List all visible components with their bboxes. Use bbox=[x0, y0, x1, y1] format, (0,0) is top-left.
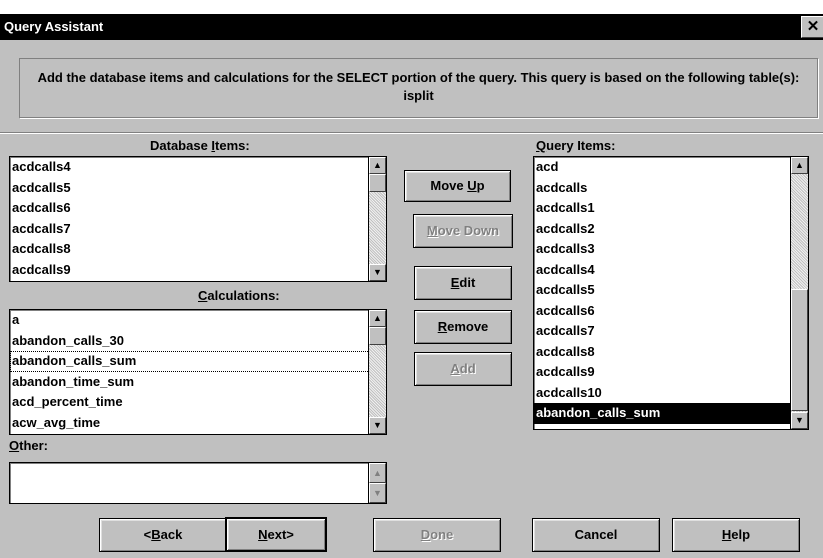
add-button[interactable]: Add bbox=[414, 352, 512, 386]
scroll-thumb[interactable] bbox=[791, 289, 808, 411]
separator bbox=[0, 132, 823, 134]
scroll-up-icon[interactable]: ▲ bbox=[369, 310, 386, 327]
list-item[interactable]: abandon_calls_30 bbox=[10, 331, 386, 352]
list-item[interactable]: acdcalls5 bbox=[10, 178, 386, 199]
calculations-list[interactable]: a abandon_calls_30 abandon_calls_sum abando… bbox=[9, 309, 387, 435]
list-item[interactable]: acd bbox=[534, 157, 808, 178]
scroll-down-icon[interactable]: ▼ bbox=[791, 412, 808, 429]
list-item[interactable]: acdcalls7 bbox=[534, 321, 808, 342]
scroll-thumb[interactable] bbox=[369, 327, 386, 345]
list-item[interactable]: acdcalls9 bbox=[10, 260, 386, 281]
list-item[interactable]: acdcalls9 bbox=[534, 362, 808, 383]
list-item[interactable]: acdcalls6 bbox=[534, 301, 808, 322]
scroll-down-icon[interactable]: ▼ bbox=[369, 483, 386, 503]
move-down-button[interactable]: Move Down bbox=[413, 214, 513, 248]
database-items-list[interactable]: acdcalls4 acdcalls5 acdcalls6 acdcalls7 acdc… bbox=[9, 156, 387, 282]
scroll-up-icon[interactable]: ▲ bbox=[791, 157, 808, 174]
database-items-label: Database Items: bbox=[150, 138, 250, 153]
title-bar: Query Assistant ✕ bbox=[0, 14, 823, 40]
window-title: Query Assistant bbox=[4, 19, 104, 34]
calculations-label: Calculations: bbox=[198, 288, 280, 303]
list-item[interactable]: abandon_calls_sum bbox=[534, 403, 808, 424]
list-item[interactable]: acdcalls2 bbox=[534, 219, 808, 240]
done-button[interactable]: Done bbox=[373, 518, 501, 552]
list-item[interactable]: abandon_calls_sum bbox=[10, 351, 386, 372]
scroll-down-icon[interactable]: ▼ bbox=[369, 417, 386, 434]
scroll-up-icon[interactable]: ▲ bbox=[369, 157, 386, 174]
help-button[interactable]: Help bbox=[672, 518, 800, 552]
calculations-scrollbar[interactable]: ▲ ▼ bbox=[368, 310, 386, 434]
scroll-up-icon[interactable]: ▲ bbox=[369, 463, 386, 483]
list-item[interactable]: acw_avg_time bbox=[10, 413, 386, 434]
list-item[interactable]: acdcalls5 bbox=[534, 280, 808, 301]
list-item[interactable]: acdcalls3 bbox=[534, 239, 808, 260]
back-button[interactable]: <Back bbox=[99, 518, 227, 552]
cancel-button[interactable]: Cancel bbox=[532, 518, 660, 552]
other-scrollbar[interactable]: ▲ ▼ bbox=[368, 463, 386, 503]
close-button[interactable]: ✕ bbox=[801, 16, 823, 38]
query-items-list[interactable]: acd acdcalls acdcalls1 acdcalls2 acdcalls3 ac… bbox=[533, 156, 809, 430]
other-input[interactable]: ▲ ▼ bbox=[9, 462, 387, 504]
scroll-thumb[interactable] bbox=[369, 174, 386, 192]
list-item[interactable]: acdcalls7 bbox=[10, 219, 386, 240]
list-item[interactable]: acdcalls bbox=[534, 178, 808, 199]
instruction-panel: Add the database items and calculations … bbox=[19, 58, 818, 118]
list-item[interactable]: abandon_time_sum bbox=[10, 372, 386, 393]
other-label: Other: bbox=[9, 438, 49, 453]
query-items-label: Query Items: bbox=[536, 138, 616, 153]
query-assistant-dialog: Query Assistant ✕ Add the database items… bbox=[0, 14, 823, 558]
list-item[interactable]: a bbox=[10, 310, 386, 331]
remove-button[interactable]: Remove bbox=[414, 310, 512, 344]
list-item[interactable]: acdcalls4 bbox=[10, 157, 386, 178]
scroll-down-icon[interactable]: ▼ bbox=[369, 264, 386, 281]
move-up-button[interactable]: Move Up bbox=[404, 170, 511, 202]
next-button[interactable]: Next> bbox=[225, 517, 327, 552]
instruction-text: Add the database items and calculations … bbox=[37, 70, 800, 103]
list-item[interactable]: acd_percent_time bbox=[10, 392, 386, 413]
list-item[interactable]: acdcalls8 bbox=[534, 342, 808, 363]
list-item[interactable]: acdcalls10 bbox=[534, 383, 808, 404]
database-items-scrollbar[interactable]: ▲ ▼ bbox=[368, 157, 386, 281]
close-icon: ✕ bbox=[806, 18, 820, 35]
list-item[interactable]: acdcalls1 bbox=[534, 198, 808, 219]
query-items-scrollbar[interactable]: ▲ ▼ bbox=[790, 157, 808, 429]
list-item[interactable]: acdcalls6 bbox=[10, 198, 386, 219]
list-item[interactable]: acdcalls8 bbox=[10, 239, 386, 260]
list-item[interactable]: acdcalls4 bbox=[534, 260, 808, 281]
edit-button[interactable]: Edit bbox=[414, 266, 512, 300]
